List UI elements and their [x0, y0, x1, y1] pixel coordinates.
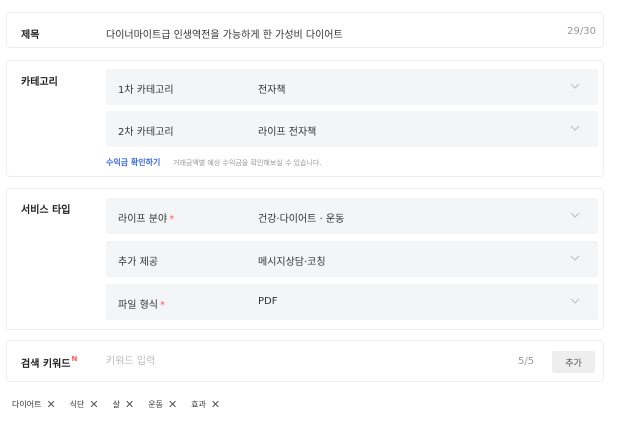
chevron-down-icon [570, 255, 580, 261]
close-icon[interactable]: ✕ [125, 399, 134, 410]
revenue-help-text: 거래금액별 예상 수익금을 확인해보실 수 있습니다. [173, 159, 322, 167]
keyword-count: 5/5 [518, 356, 535, 367]
title-input[interactable]: 다이너마이트급 인생역전을 가능하게 한 가성비 다이어트 [106, 26, 343, 41]
close-icon[interactable]: ✕ [46, 399, 55, 410]
chevron-down-icon [570, 83, 580, 89]
title-label: 제목 [21, 30, 40, 41]
primary-category-select[interactable]: 1차 카테고리 전자책 [106, 69, 598, 105]
product-form: 제목 다이너마이트급 인생역전을 가능하게 한 가성비 다이어트 29/30 카… [0, 0, 640, 428]
select-label: 라이프 분야 * [118, 214, 175, 225]
close-icon[interactable]: ✕ [89, 399, 98, 410]
service-type-section: 서비스 타입 라이프 분야 * 건강·다이어트 · 운동 추가 제공 메시지상담·… [6, 188, 604, 330]
keyword-label: 검색 키워드N [21, 355, 78, 370]
chevron-down-icon [570, 212, 580, 218]
select-label: 추가 제공 [118, 257, 158, 268]
select-value: 건강·다이어트 · 운동 [258, 214, 345, 225]
keyword-tag: 살 ✕ [112, 397, 135, 411]
title-char-count: 29/30 [567, 26, 596, 37]
select-value: 메시지상담·코칭 [258, 257, 326, 268]
keyword-section: 검색 키워드N 5/5 추가 [6, 340, 604, 382]
add-keyword-button[interactable]: 추가 [552, 351, 595, 373]
select-label: 2차 카테고리 [118, 127, 174, 138]
keyword-tag: 효과 ✕ [191, 397, 221, 411]
chevron-down-icon [570, 125, 580, 131]
keyword-tag: 다이어트 ✕ [12, 397, 56, 411]
life-field-select[interactable]: 라이프 분야 * 건강·다이어트 · 운동 [106, 198, 598, 234]
select-value: 전자책 [258, 85, 286, 96]
file-format-select[interactable]: 파일 형식 * PDF [106, 284, 598, 320]
select-value: 라이프 전자책 [258, 127, 317, 138]
chevron-down-icon [570, 298, 580, 304]
keyword-input[interactable] [106, 349, 506, 373]
keyword-tag: 식단 ✕ [69, 397, 99, 411]
close-icon[interactable]: ✕ [168, 399, 177, 410]
category-label: 카테고리 [21, 77, 58, 88]
select-label: 파일 형식 * [118, 300, 165, 311]
required-mark: * [159, 300, 165, 311]
select-value: PDF [258, 296, 278, 307]
service-type-label: 서비스 타입 [21, 205, 71, 216]
keyword-tag: 운동 ✕ [148, 397, 178, 411]
keyword-tag-list: 다이어트 ✕ 식단 ✕ 살 ✕ 운동 ✕ 효과 ✕ [12, 396, 220, 412]
required-mark: * [169, 214, 175, 225]
extra-offer-select[interactable]: 추가 제공 메시지상담·코칭 [106, 241, 598, 277]
category-section: 카테고리 1차 카테고리 전자책 2차 카테고리 라이프 전자책 수익금 확인하… [6, 60, 604, 177]
check-revenue-link[interactable]: 수익금 확인하기 [106, 157, 160, 168]
title-section: 제목 다이너마이트급 인생역전을 가능하게 한 가성비 다이어트 29/30 [6, 12, 604, 48]
secondary-category-select[interactable]: 2차 카테고리 라이프 전자책 [106, 111, 598, 147]
close-icon[interactable]: ✕ [211, 399, 220, 410]
new-badge: N [71, 355, 78, 363]
select-label: 1차 카테고리 [118, 85, 174, 96]
